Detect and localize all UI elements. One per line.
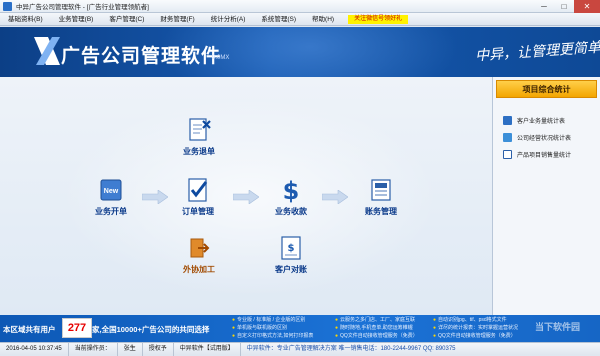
statistics-panel: 项目综合统计 客户业务量统计表 公司经营状况统计表 产品项目销售量统计	[492, 77, 600, 315]
promo-link[interactable]: ● 自定义打印格式方法,如何打印报表	[232, 332, 313, 340]
status-contact: 中异软件：专业广告管理解决方案 唯一销售电话：180-2244-9967 QQ:…	[246, 345, 456, 352]
banner-title: 广告公司管理软件	[61, 45, 222, 67]
stat-product-sales[interactable]: 产品项目销售量统计	[493, 146, 600, 163]
statement-icon: $	[281, 236, 301, 260]
banner-slogan: 中异，让管理更简单	[474, 39, 600, 65]
promo-link[interactable]: ● 随时随地,手机查单,助您运筹帷幄	[335, 324, 418, 332]
new-document-icon: New	[100, 179, 122, 201]
promo-national-text: 家,全国10000+广告公司的共同选择	[92, 325, 210, 334]
workflow-ledger-management[interactable]: 账务管理	[365, 177, 397, 217]
status-operator: 张生	[118, 342, 143, 356]
stat-item-label: 公司经营状况统计表	[517, 136, 572, 142]
app-icon	[3, 1, 12, 11]
promo-links-col-1: ● 专业版 / 标准版 / 企业版的区别 ● 单机版与联机版的区别 ● 自定义打印格式…	[232, 316, 313, 340]
status-edition: 中异软件【试用版】	[174, 342, 241, 356]
user-count-badge: 277	[62, 318, 92, 338]
status-datetime: 2016-04-05 10:37:45	[0, 342, 69, 356]
workflow-label: 业务收款	[275, 207, 307, 216]
promo-link[interactable]: ● 自动识别jpg、tif、psd格式文件	[433, 316, 518, 324]
statistics-list: 客户业务量统计表 公司经营状况统计表 产品项目销售量统计	[493, 112, 600, 163]
stat-item-label: 客户业务量统计表	[517, 119, 566, 125]
document-icon	[503, 150, 512, 159]
workflow-label: 业务开单	[95, 207, 127, 216]
workflow-area: 业务退单 New 业务开单 订单管理 $ 业务收款 账务管理 外协加工 $ 客户…	[0, 77, 492, 315]
workflow-label: 客户对账	[275, 265, 307, 274]
svg-text:$: $	[288, 243, 295, 254]
return-document-icon	[189, 118, 211, 141]
promo-link[interactable]: ● 单机版与联机版的区别	[232, 324, 313, 332]
menu-help[interactable]: 帮助(H)	[304, 13, 342, 26]
promo-link[interactable]: ● QQ文件自动接收管理服务（免费）	[335, 332, 418, 340]
promo-region-text: 本区域共有用户	[3, 325, 56, 334]
promo-link[interactable]: ● 云服务之多门店、工厂、家庭互联	[335, 316, 418, 324]
workflow-label: 业务退单	[183, 147, 215, 156]
menu-business[interactable]: 业务管理(B)	[51, 13, 102, 26]
status-operator-label: 当前操作员：	[69, 342, 118, 356]
svg-text:$: $	[283, 177, 300, 203]
report-icon	[503, 133, 512, 142]
workflow-label: 账务管理	[365, 207, 397, 216]
menu-system[interactable]: 系统管理(S)	[253, 13, 304, 26]
checklist-icon	[188, 178, 208, 202]
stat-company-operations[interactable]: 公司经营状况统计表	[493, 129, 600, 146]
maximize-button[interactable]: □	[554, 0, 574, 13]
new-badge-text: New	[104, 188, 119, 195]
menu-bar: 基础资料(B) 业务管理(B) 客户管理(C) 财务管理(F) 统计分析(A) …	[0, 13, 600, 26]
title-bar: 中异广告公司管理软件 - [广告行业管理领航者] ─ □ ✕	[0, 0, 600, 13]
workflow-label: 订单管理	[182, 207, 214, 216]
banner: 广告公司管理软件 9.0MX 中异，让管理更简单	[0, 27, 600, 77]
workflow-order-management[interactable]: 订单管理	[182, 177, 214, 217]
window-controls: ─ □ ✕	[534, 0, 600, 13]
banner-version: 9.0MX	[212, 55, 230, 61]
logo-icon	[34, 37, 60, 65]
minimize-button[interactable]: ─	[534, 0, 554, 13]
workflow-business-open[interactable]: New 业务开单	[95, 177, 127, 217]
outsource-arrow-icon	[190, 238, 210, 258]
ledger-icon	[371, 179, 391, 201]
promo-link[interactable]: ● 详尽的统计报表：实时掌握运营状况	[433, 324, 518, 332]
workflow-business-return[interactable]: 业务退单	[183, 117, 215, 157]
status-auth-label: 授权予	[143, 342, 174, 356]
status-bar: 2016-04-05 10:37:45 当前操作员： 张生 授权予 中异软件【试…	[0, 342, 600, 356]
promo-links-col-2: ● 云服务之多门店、工厂、家庭互联 ● 随时随地,手机查单,助您运筹帷幄 ● QQ文件…	[335, 316, 418, 340]
flow-arrow-icon	[142, 190, 168, 204]
stat-customer-business[interactable]: 客户业务量统计表	[493, 112, 600, 129]
menu-finance[interactable]: 财务管理(F)	[152, 13, 202, 26]
menu-statistics[interactable]: 统计分析(A)	[203, 13, 254, 26]
stat-item-label: 产品项目销售量统计	[517, 153, 572, 159]
promo-link[interactable]: ● 专业版 / 标准版 / 企业版的区别	[232, 316, 313, 324]
flow-arrow-icon	[233, 190, 259, 204]
workflow-business-receipt[interactable]: $ 业务收款	[275, 177, 307, 217]
menu-basic-data[interactable]: 基础资料(B)	[0, 13, 51, 26]
workflow-customer-reconcile[interactable]: $ 客户对账	[275, 235, 307, 275]
customer-icon	[503, 116, 512, 125]
close-button[interactable]: ✕	[574, 0, 600, 13]
workflow-outsource[interactable]: 外协加工	[183, 235, 215, 275]
promo-strip: 本区域共有用户 277 家,全国10000+广告公司的共同选择 ● 专业版 / 标…	[0, 315, 600, 342]
dollar-icon: $	[283, 177, 300, 203]
workflow-label: 外协加工	[183, 265, 215, 274]
promo-link[interactable]: ● QQ文件自动接收管理服务（免费）	[433, 332, 518, 340]
menu-customer[interactable]: 客户管理(C)	[101, 13, 152, 26]
promo-links-col-3: ● 自动识别jpg、tif、psd格式文件 ● 详尽的统计报表：实时掌握运营状况 ●…	[433, 316, 518, 340]
menu-wechat-promo[interactable]: 关注微信号领好礼	[348, 14, 409, 24]
site-watermark: 当下软件园	[535, 322, 581, 332]
window-title: 中异广告公司管理软件 - [广告行业管理领航者]	[16, 4, 149, 11]
statistics-panel-header[interactable]: 项目综合统计	[496, 80, 597, 98]
flow-arrow-icon	[322, 190, 348, 204]
